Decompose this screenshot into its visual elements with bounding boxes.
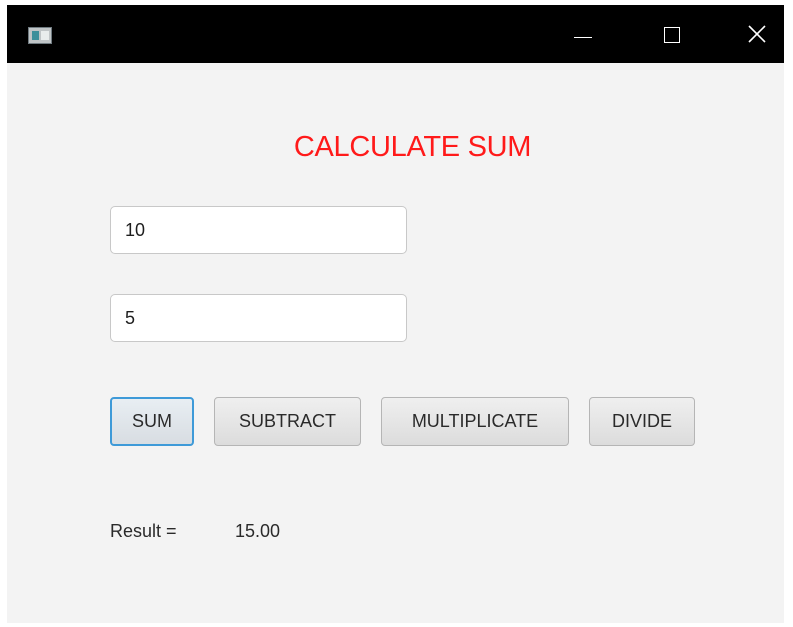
result-label: Result = — [110, 521, 177, 541]
maximize-button[interactable] — [642, 5, 702, 63]
sum-button[interactable]: SUM — [110, 397, 194, 446]
maximize-icon — [664, 27, 680, 43]
first-number-field[interactable] — [110, 206, 407, 254]
minimize-icon — [574, 37, 592, 38]
multiplicate-button[interactable]: MULTIPLICATE — [381, 397, 569, 446]
close-button[interactable] — [727, 5, 784, 63]
app-icon — [28, 27, 52, 44]
title-bar — [7, 5, 784, 63]
result-value: 15.00 — [235, 521, 281, 541]
second-number-field[interactable] — [110, 294, 407, 342]
close-icon — [748, 25, 766, 43]
minimize-button[interactable] — [552, 5, 612, 63]
divide-button[interactable]: DIVIDE — [589, 397, 695, 446]
app-window: CALCULATE SUM SUM SUBTRACT MULTIPLICATE … — [7, 5, 784, 623]
page-title: CALCULATE SUM — [293, 131, 532, 163]
subtract-button[interactable]: SUBTRACT — [214, 397, 361, 446]
